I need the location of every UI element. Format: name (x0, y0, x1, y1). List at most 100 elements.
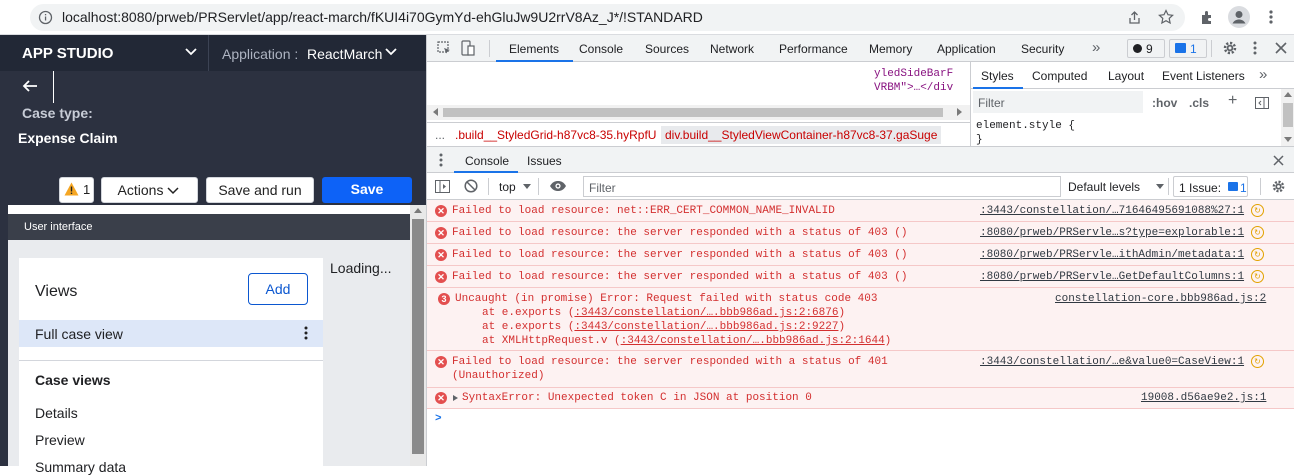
inspect-element-icon[interactable] (437, 41, 452, 56)
scrollbar-left-icon[interactable] (433, 108, 438, 116)
tab-security[interactable]: Security (1021, 42, 1064, 56)
issues-counter[interactable]: 1 (1169, 39, 1207, 58)
error-source-link[interactable]: :8080/prweb/PRServle…GetDefaultColumns:1 (980, 271, 1244, 283)
network-request-icon[interactable]: ↻ (1251, 270, 1264, 283)
breadcrumb-ellipsis[interactable]: ... (435, 128, 445, 142)
elements-dom-tree[interactable]: yledSideBarF VRBM">…</div ... .build__St… (427, 62, 970, 154)
tab-layout[interactable]: Layout (1108, 69, 1144, 83)
hscrollbar-thumb[interactable] (443, 108, 943, 117)
error-source-link[interactable]: :3443/constellation/…e&value0=CaseView:1 (980, 356, 1244, 368)
breadcrumb-item-1[interactable]: .build__StyledGrid-h87vc8-35.hyRpfU (455, 128, 656, 142)
case-view-preview[interactable]: Preview (35, 432, 85, 448)
actions-button[interactable]: Actions (101, 177, 198, 203)
error-counter[interactable]: 9 (1127, 39, 1165, 58)
tab-application[interactable]: Application (937, 42, 996, 56)
toggle-sidebar-icon[interactable] (1255, 97, 1269, 109)
stack-frame-link[interactable]: :3443/constellation/….bbb986ad.js:2:9227 (574, 321, 838, 333)
console-settings-gear-icon[interactable] (1271, 179, 1286, 194)
styles-scroll-thumb[interactable] (1283, 103, 1293, 127)
device-toolbar-icon[interactable] (461, 40, 475, 56)
show-sidebar-icon[interactable] (435, 180, 450, 193)
add-view-button[interactable]: Add (248, 273, 308, 305)
console-issues-count: 1 (1240, 181, 1247, 195)
bookmark-star-icon[interactable] (1158, 9, 1174, 25)
styles-scroll-down-icon[interactable] (1284, 137, 1292, 142)
extensions-icon[interactable] (1199, 9, 1215, 25)
hov-toggle[interactable]: :hov (1152, 96, 1177, 110)
network-request-icon[interactable]: ↻ (1251, 355, 1264, 368)
application-name[interactable]: ReactMarch (307, 46, 382, 62)
tab-performance[interactable]: Performance (779, 42, 848, 56)
more-tabs-icon[interactable]: » (1092, 39, 1100, 56)
panel-header-title: User interface (24, 221, 93, 233)
error-source-link[interactable]: :3443/constellation/…71646495691088%27:1 (980, 205, 1244, 217)
tab-memory[interactable]: Memory (869, 42, 912, 56)
studio-switch-chevron-icon[interactable] (184, 47, 198, 57)
devtools-tabbar: Elements Console Sources Network Perform… (427, 35, 1294, 62)
scrollbar-right-icon[interactable] (957, 108, 962, 116)
console-prompt[interactable]: > (435, 413, 442, 425)
error-repeat-count: 3 (438, 293, 450, 305)
tab-elements[interactable]: Elements (509, 42, 559, 56)
back-arrow-icon[interactable] (22, 79, 38, 93)
context-selector[interactable]: top (499, 180, 516, 194)
network-request-icon[interactable]: ↻ (1251, 204, 1264, 217)
drawer-menu-icon[interactable] (439, 153, 443, 167)
syntax-error-source[interactable]: 19008.d56ae9e2.js:1 (1141, 392, 1266, 404)
close-drawer-icon[interactable] (1273, 155, 1284, 166)
tab-computed[interactable]: Computed (1032, 69, 1087, 83)
site-info-icon[interactable] (38, 10, 53, 25)
styles-vscrollbar[interactable] (1281, 89, 1294, 147)
log-levels-dropdown-icon[interactable] (1156, 184, 1164, 189)
stack-frame-link[interactable]: :3443/constellation/….bbb986ad.js:2:6876 (574, 307, 838, 319)
log-levels-dropdown[interactable]: Default levels (1068, 180, 1140, 194)
scrollbar-up-icon[interactable] (414, 208, 422, 213)
console-issues-button[interactable]: 1 Issue: 1 (1173, 176, 1248, 197)
profile-avatar-icon[interactable] (1228, 6, 1250, 28)
tab-sources[interactable]: Sources (645, 42, 689, 56)
new-style-rule-icon[interactable]: + (1228, 92, 1237, 110)
settings-gear-icon[interactable] (1222, 40, 1238, 56)
uncaught-error-source[interactable]: constellation-core.bbb986ad.js:2 (1055, 293, 1266, 305)
element-style-rule[interactable]: element.style { (976, 120, 1075, 132)
drawer-tab-issues[interactable]: Issues (527, 154, 562, 168)
close-devtools-icon[interactable] (1275, 42, 1287, 54)
console-filter-input[interactable]: Filter (583, 176, 1061, 197)
issue-count: 1 (1190, 42, 1197, 56)
context-dropdown-icon[interactable] (523, 184, 531, 189)
dom-tree-hscrollbar[interactable] (427, 105, 970, 120)
styles-scroll-up-icon[interactable] (1284, 92, 1292, 97)
case-view-details[interactable]: Details (35, 405, 78, 421)
network-request-icon[interactable]: ↻ (1251, 226, 1264, 239)
tab-network[interactable]: Network (710, 42, 754, 56)
error-source-link[interactable]: :8080/prweb/PRServle…ithAdmin/metadata:1 (980, 249, 1244, 261)
cls-toggle[interactable]: .cls (1189, 96, 1209, 110)
application-chevron-icon[interactable] (384, 47, 398, 57)
stack-frame-link[interactable]: :3443/constellation/….bbb986ad.js:2:1644 (621, 335, 885, 347)
clear-console-icon[interactable] (464, 179, 478, 193)
case-view-summary-data[interactable]: Summary data (35, 459, 126, 475)
address-bar[interactable]: localhost:8080/prweb/PRServlet/app/react… (30, 4, 1185, 31)
error-dot-icon (1133, 44, 1142, 53)
tab-console[interactable]: Console (579, 42, 623, 56)
browser-menu-icon[interactable] (1268, 9, 1274, 25)
share-icon[interactable] (1127, 10, 1142, 25)
network-request-icon[interactable]: ↻ (1251, 248, 1264, 261)
panel-scrollbar[interactable] (410, 205, 426, 466)
styles-filter-input[interactable]: Filter (973, 91, 1143, 113)
tab-styles[interactable]: Styles (981, 69, 1014, 83)
warning-button[interactable]: 1 (59, 177, 94, 203)
tab-event-listeners[interactable]: Event Listeners (1162, 69, 1245, 83)
live-expression-eye-icon[interactable] (549, 180, 567, 192)
full-case-view-item[interactable]: Full case view (19, 320, 323, 347)
scrollbar-thumb[interactable] (412, 219, 424, 454)
more-options-icon[interactable] (304, 326, 308, 340)
drawer-tab-console[interactable]: Console (465, 154, 509, 168)
error-source-link[interactable]: :8080/prweb/PRServle…s?type=explorable:1 (980, 227, 1244, 239)
expand-triangle-icon[interactable] (453, 395, 458, 401)
more-styles-tabs-icon[interactable]: » (1259, 66, 1267, 83)
save-button[interactable]: Save (322, 177, 412, 203)
save-and-run-button[interactable]: Save and run (206, 177, 314, 203)
breadcrumb-item-2[interactable]: div.build__StyledViewContainer-h87vc8-37… (661, 126, 942, 144)
customize-menu-icon[interactable] (1253, 40, 1257, 56)
